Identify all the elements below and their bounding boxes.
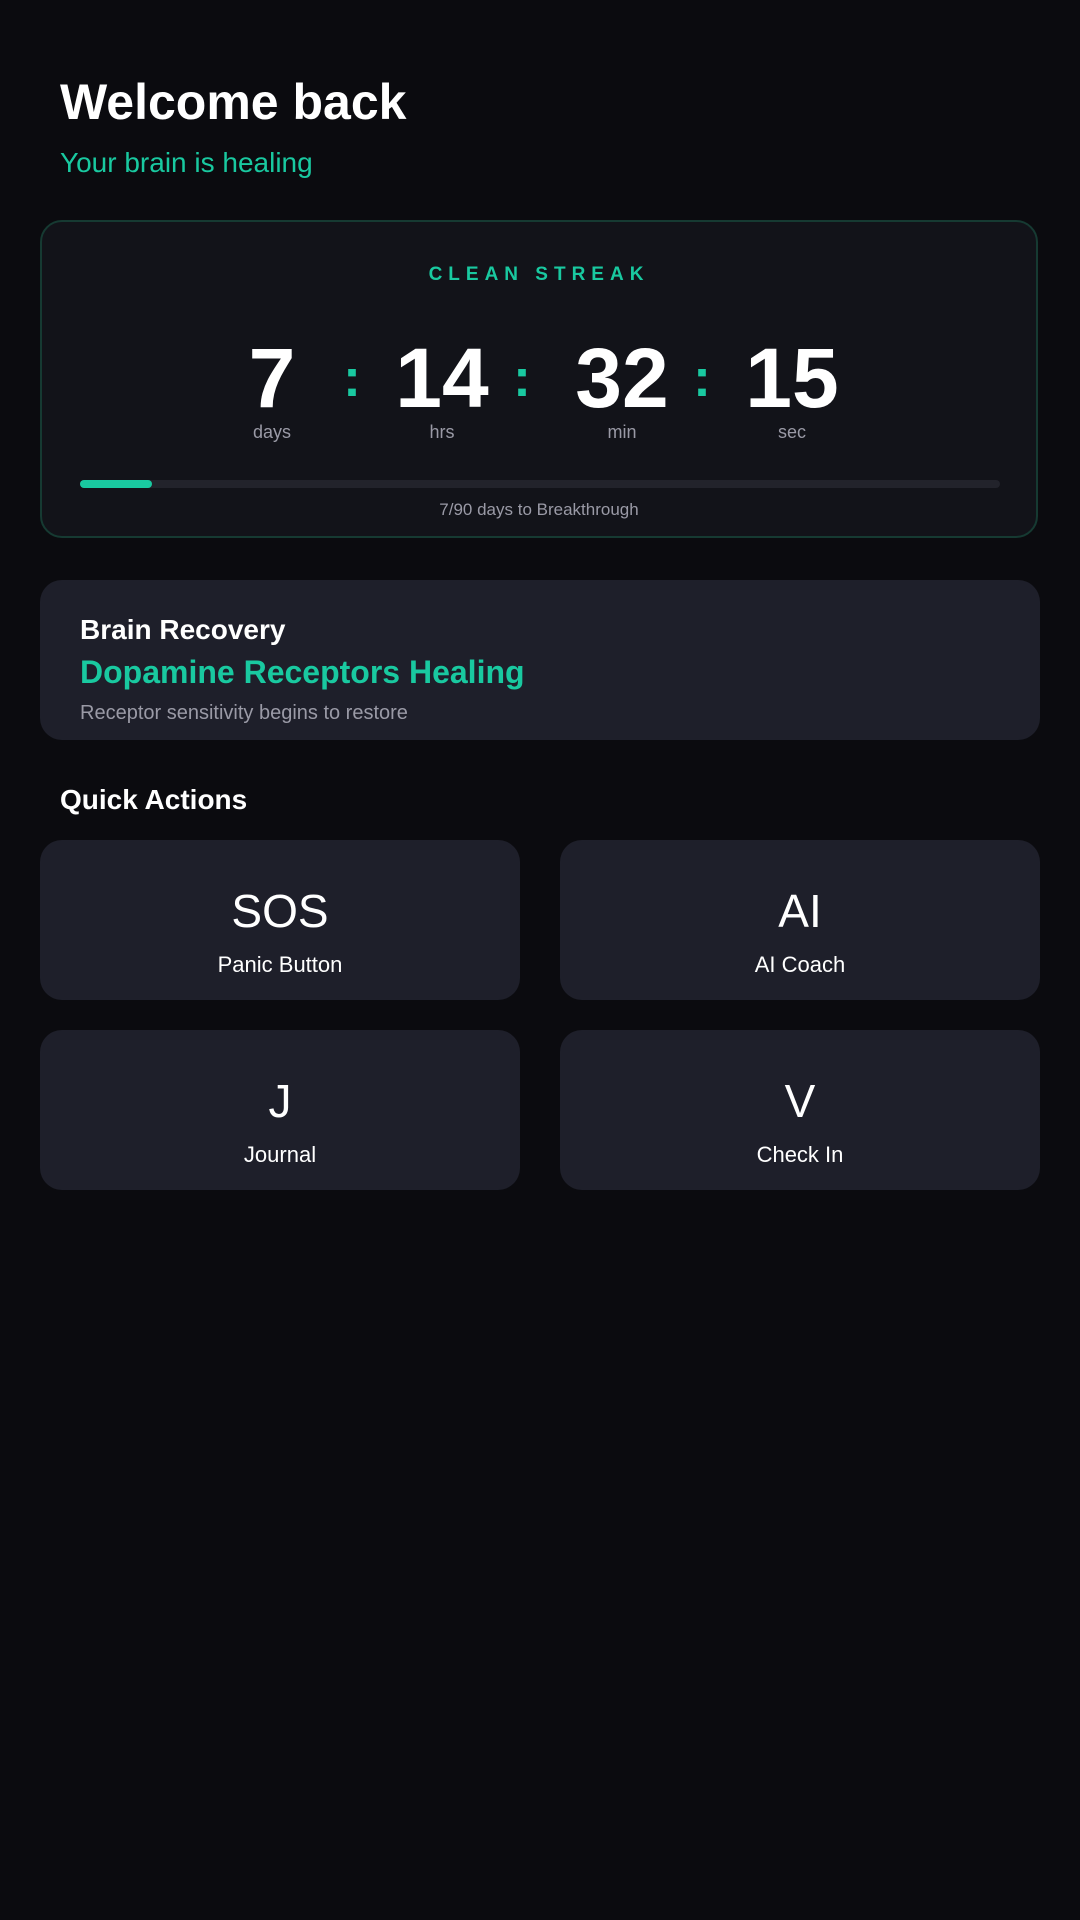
panic-button[interactable]: SOS Panic Button: [40, 840, 520, 1000]
timer-separator: :: [513, 348, 531, 408]
streak-days-unit: days: [252, 422, 292, 442]
brain-recovery-card[interactable]: Brain Recovery Dopamine Receptors Healin…: [40, 580, 1040, 740]
breakthrough-progress-text: 7/90 days to Breakthrough: [439, 500, 639, 519]
streak-seconds-unit: sec: [777, 422, 806, 442]
panic-button-label: Panic Button: [217, 952, 343, 977]
header: Welcome back Your brain is healing: [60, 72, 406, 180]
sos-icon: SOS: [231, 885, 329, 937]
streak-days-value: 7: [248, 331, 296, 425]
streak-label: CLEAN STREAK: [428, 264, 650, 285]
streak-seconds-value: 15: [745, 331, 839, 425]
home-screen: Welcome back Your brain is healing CLEAN…: [0, 0, 1080, 1920]
ai-coach-button[interactable]: AI AI Coach: [560, 840, 1040, 1000]
streak-hours-unit: hrs: [429, 422, 455, 442]
check-in-button[interactable]: V Check In: [560, 1030, 1040, 1190]
recovery-phase: Dopamine Receptors Healing: [80, 654, 525, 690]
check-in-icon: V: [784, 1075, 816, 1127]
page-title: Welcome back: [60, 74, 407, 130]
check-in-label: Check In: [756, 1142, 844, 1167]
journal-label: Journal: [243, 1142, 317, 1167]
journal-button[interactable]: J Journal: [40, 1030, 520, 1190]
quick-actions-title: Quick Actions: [60, 784, 248, 815]
journal-icon: J: [268, 1075, 292, 1127]
streak-minutes-unit: min: [607, 422, 637, 442]
ai-coach-label: AI Coach: [754, 952, 846, 977]
brain-recovery-heading: Brain Recovery: [80, 614, 286, 645]
breakthrough-progress-fill: [80, 480, 152, 488]
streak-minutes-value: 32: [575, 331, 669, 425]
ai-icon: AI: [778, 885, 822, 937]
page-subtitle: Your brain is healing: [60, 147, 313, 178]
breakthrough-progress-bar: [80, 480, 1000, 488]
streak-hours-value: 14: [395, 331, 489, 425]
clean-streak-card: CLEAN STREAK 7 : 14 : 32 : 15 days hrs m…: [40, 220, 1038, 538]
recovery-description: Receptor sensitivity begins to restore: [80, 702, 408, 724]
